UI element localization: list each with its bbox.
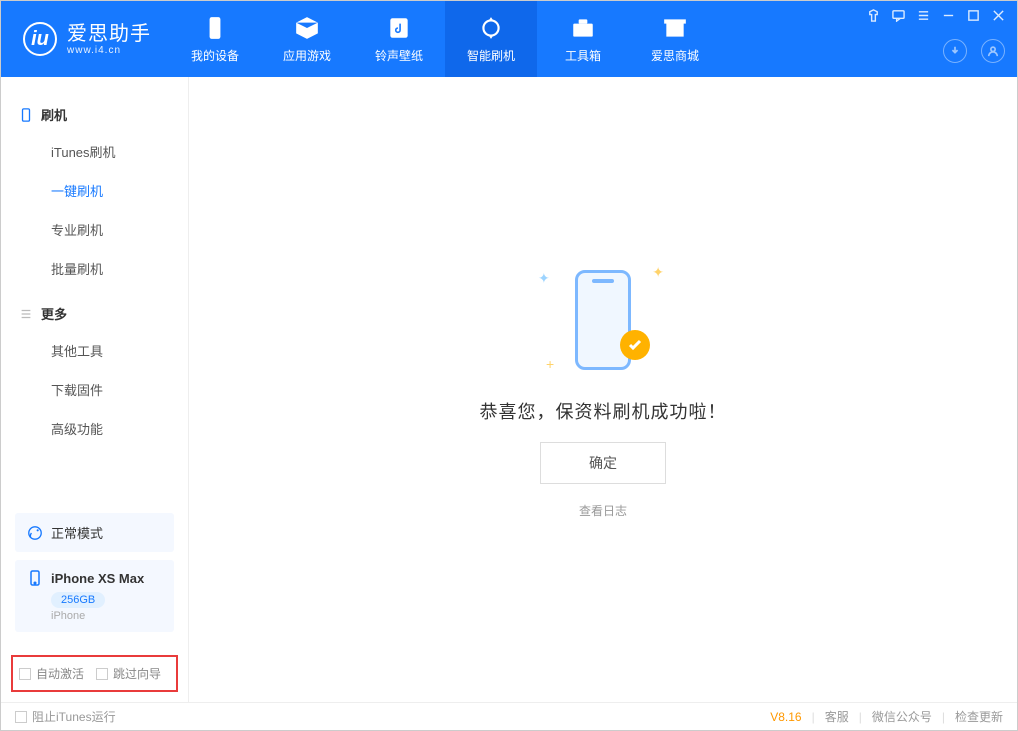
- nav-ringtone-wallpaper[interactable]: 铃声壁纸: [353, 1, 445, 77]
- phone-icon: [19, 108, 33, 122]
- sidebar-item-batch-flash[interactable]: 批量刷机: [1, 249, 188, 288]
- ok-button[interactable]: 确定: [540, 442, 666, 484]
- toolbox-icon: [570, 15, 596, 41]
- nav-label: 爱思商城: [651, 47, 699, 64]
- header-actions: [943, 39, 1005, 63]
- status-bar: 阻止iTunes运行 V8.16 | 客服 | 微信公众号 | 检查更新: [1, 702, 1017, 730]
- nav-label: 工具箱: [565, 47, 601, 64]
- nav-smart-flash[interactable]: 智能刷机: [445, 1, 537, 77]
- device-info[interactable]: iPhone XS Max 256GB iPhone: [15, 560, 174, 632]
- app-name: 爱思助手: [67, 23, 151, 45]
- sidebar-item-onekey-flash[interactable]: 一键刷机: [1, 171, 188, 210]
- sidebar-group-more: 更多: [1, 296, 188, 331]
- nav-store[interactable]: 爱思商城: [629, 1, 721, 77]
- sidebar-group-flash: 刷机: [1, 97, 188, 132]
- footer-link-update[interactable]: 检查更新: [955, 708, 1003, 725]
- nav-label: 应用游戏: [283, 47, 331, 64]
- shop-icon: [662, 15, 688, 41]
- app-logo: iu 爱思助手 www.i4.cn: [1, 22, 169, 56]
- checkbox-icon: [15, 711, 27, 723]
- nav-label: 我的设备: [191, 47, 239, 64]
- mode-icon: [27, 525, 43, 541]
- user-button[interactable]: [981, 39, 1005, 63]
- block-itunes-checkbox[interactable]: 阻止iTunes运行: [15, 708, 116, 725]
- menu-icon[interactable]: [917, 9, 930, 27]
- auto-activate-checkbox[interactable]: 自动激活: [19, 665, 84, 682]
- storage-badge: 256GB: [51, 592, 105, 608]
- skip-guide-checkbox[interactable]: 跳过向导: [96, 665, 161, 682]
- nav-label: 智能刷机: [467, 47, 515, 64]
- logo-icon: iu: [23, 22, 57, 56]
- nav-toolbox[interactable]: 工具箱: [537, 1, 629, 77]
- app-url: www.i4.cn: [67, 45, 151, 56]
- sidebar-item-other-tools[interactable]: 其他工具: [1, 331, 188, 370]
- device-name: iPhone XS Max: [51, 571, 144, 586]
- nav-apps-games[interactable]: 应用游戏: [261, 1, 353, 77]
- refresh-icon: [478, 15, 504, 41]
- mode-indicator[interactable]: 正常模式: [15, 513, 174, 552]
- main-nav: 我的设备 应用游戏 铃声壁纸 智能刷机 工具箱 爱思商城: [169, 1, 721, 77]
- shirt-icon[interactable]: [867, 9, 880, 27]
- device-icon: [202, 15, 228, 41]
- minimize-icon[interactable]: [942, 9, 955, 27]
- phone-icon: [27, 570, 43, 586]
- title-bar: iu 爱思助手 www.i4.cn 我的设备 应用游戏 铃声壁纸 智能刷机 工具…: [1, 1, 1017, 77]
- window-controls: [867, 9, 1005, 27]
- footer-link-support[interactable]: 客服: [825, 708, 849, 725]
- checkbox-icon: [96, 668, 108, 680]
- music-icon: [386, 15, 412, 41]
- sidebar-item-advanced[interactable]: 高级功能: [1, 409, 188, 448]
- success-message: 恭喜您，保资料刷机成功啦！: [480, 398, 727, 424]
- checkbox-icon: [19, 668, 31, 680]
- cube-icon: [294, 15, 320, 41]
- highlighted-options: 自动激活 跳过向导: [11, 655, 178, 692]
- device-type: iPhone: [51, 610, 162, 622]
- sidebar: 刷机 iTunes刷机 一键刷机 专业刷机 批量刷机 更多 其他工具 下载固件 …: [1, 77, 189, 702]
- sidebar-item-itunes-flash[interactable]: iTunes刷机: [1, 132, 188, 171]
- nav-my-device[interactable]: 我的设备: [169, 1, 261, 77]
- footer-link-wechat[interactable]: 微信公众号: [872, 708, 932, 725]
- close-icon[interactable]: [992, 9, 1005, 27]
- download-button[interactable]: [943, 39, 967, 63]
- main-content: ✦ ✦ + 恭喜您，保资料刷机成功啦！ 确定 查看日志: [189, 77, 1017, 702]
- check-icon: [620, 330, 650, 360]
- view-log-link[interactable]: 查看日志: [579, 502, 627, 519]
- sidebar-item-pro-flash[interactable]: 专业刷机: [1, 210, 188, 249]
- success-illustration: ✦ ✦ +: [528, 260, 678, 380]
- list-icon: [19, 307, 33, 321]
- feedback-icon[interactable]: [892, 9, 905, 27]
- nav-label: 铃声壁纸: [375, 47, 423, 64]
- version-label: V8.16: [770, 710, 801, 724]
- maximize-icon[interactable]: [967, 9, 980, 27]
- sidebar-item-download-firmware[interactable]: 下载固件: [1, 370, 188, 409]
